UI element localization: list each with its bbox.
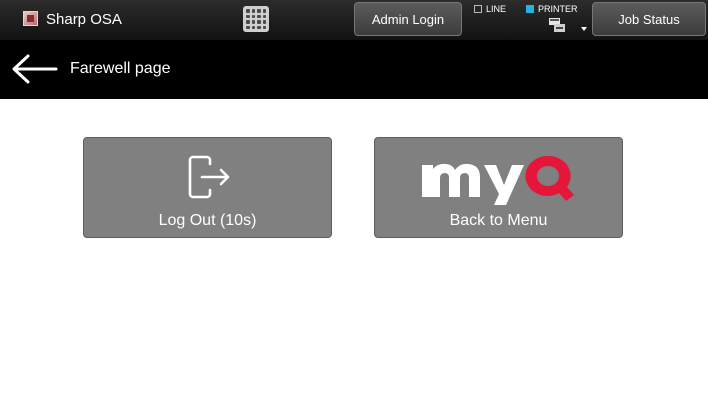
- log-out-button[interactable]: Log Out (10s): [83, 137, 332, 238]
- myq-logo: [422, 155, 574, 205]
- admin-login-button[interactable]: Admin Login: [354, 2, 462, 36]
- log-out-label: Log Out (10s): [158, 212, 257, 229]
- keypad-icon[interactable]: [243, 6, 269, 32]
- printer-status-box: [526, 5, 534, 13]
- dropdown-caret-icon[interactable]: [581, 27, 587, 31]
- top-status-bar: Sharp OSA Admin Login LINE PRINTER Job S…: [0, 0, 708, 40]
- line-label: LINE: [486, 4, 507, 14]
- printer-indicator: PRINTER: [526, 3, 578, 15]
- line-indicator: LINE: [474, 3, 506, 15]
- line-status-box: [474, 5, 482, 13]
- page-title: Farewell page: [70, 60, 171, 77]
- back-to-menu-label: Back to Menu: [449, 212, 548, 229]
- sharp-osa-app-icon: [23, 11, 38, 26]
- printer-device-icon[interactable]: [549, 18, 565, 32]
- job-status-button[interactable]: Job Status: [592, 2, 706, 36]
- logout-icon: [188, 155, 230, 199]
- page-header: Farewell page: [0, 40, 708, 99]
- back-arrow-icon[interactable]: [10, 51, 58, 87]
- app-title: Sharp OSA: [46, 11, 122, 28]
- back-to-menu-button[interactable]: Back to Menu: [374, 137, 623, 238]
- printer-label: PRINTER: [538, 4, 578, 14]
